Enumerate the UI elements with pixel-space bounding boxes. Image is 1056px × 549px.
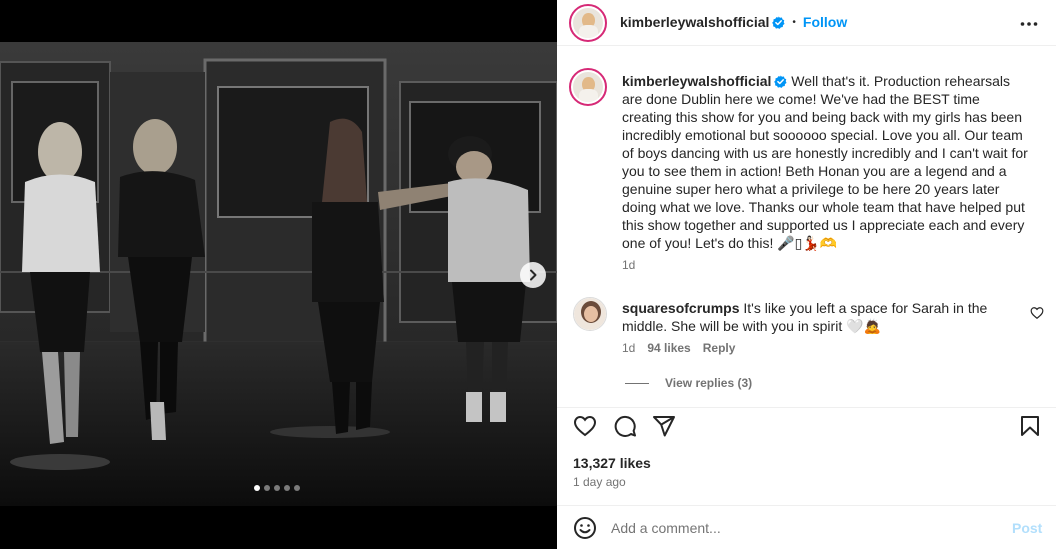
emoji-icon xyxy=(574,517,596,539)
media-panel xyxy=(0,0,557,549)
caption-author-avatar[interactable] xyxy=(569,68,607,106)
verified-badge-icon xyxy=(772,15,785,29)
caption-author-avatar-image xyxy=(573,72,603,102)
more-options-icon xyxy=(1020,22,1038,26)
post-timestamp[interactable]: 1 day ago xyxy=(573,475,626,489)
comment-like-button[interactable] xyxy=(1030,306,1044,320)
verified-badge-icon xyxy=(774,75,787,88)
caption-timestamp: 1d xyxy=(622,258,636,272)
bookmark-icon xyxy=(1021,416,1039,436)
commenter-avatar[interactable] xyxy=(573,297,607,331)
post-comment-button[interactable]: Post xyxy=(1012,520,1042,536)
view-replies[interactable]: View replies (3) xyxy=(625,376,752,390)
photo-illustration xyxy=(0,42,557,506)
heart-icon xyxy=(1030,307,1044,319)
commenter-avatar-image xyxy=(574,298,606,330)
comment-username[interactable]: squaresofcrumps xyxy=(622,300,739,316)
carousel-dot[interactable] xyxy=(264,485,270,491)
header-author: kimberleywalshofficial • Follow xyxy=(620,14,847,30)
caption-body: Well that's it. Production rehearsals ar… xyxy=(622,73,1028,251)
post-dialog: kimberleywalshofficial • Follow kimberle… xyxy=(0,0,1056,549)
view-replies-label[interactable]: View replies (3) xyxy=(665,376,752,390)
replies-divider xyxy=(625,382,649,384)
comment-button[interactable] xyxy=(613,414,637,438)
comment-composer: Post xyxy=(557,505,1056,549)
comment-likes[interactable]: 94 likes xyxy=(647,341,690,355)
caption-text: kimberleywalshofficial Well that's it. P… xyxy=(622,72,1032,252)
likes-count[interactable]: 13,327 likes xyxy=(573,454,651,472)
carousel-dot[interactable] xyxy=(254,485,260,491)
more-options-button[interactable] xyxy=(1019,14,1039,34)
header-separator: • xyxy=(792,16,796,28)
comment-timestamp: 1d xyxy=(622,341,636,355)
caption-username[interactable]: kimberleywalshofficial xyxy=(622,73,771,89)
comment-icon xyxy=(614,415,636,437)
post-photo[interactable] xyxy=(0,42,557,506)
emoji-button[interactable] xyxy=(573,516,597,540)
comment-meta: 1d 94 likes Reply xyxy=(622,341,1017,355)
post-sidebar: kimberleywalshofficial • Follow kimberle… xyxy=(557,0,1056,549)
save-button[interactable] xyxy=(1018,414,1042,438)
carousel-indicator xyxy=(254,485,300,491)
caption: kimberleywalshofficial Well that's it. P… xyxy=(622,72,1032,272)
comment-input[interactable] xyxy=(611,517,991,539)
send-icon xyxy=(653,416,675,437)
heart-icon xyxy=(573,415,597,437)
carousel-dot[interactable] xyxy=(294,485,300,491)
comment-text: squaresofcrumps It's like you left a spa… xyxy=(622,299,1017,335)
chevron-right-icon xyxy=(530,269,537,281)
carousel-dot[interactable] xyxy=(284,485,290,491)
comment: squaresofcrumps It's like you left a spa… xyxy=(622,299,1017,355)
carousel-dot[interactable] xyxy=(274,485,280,491)
follow-button[interactable]: Follow xyxy=(803,14,847,30)
share-button[interactable] xyxy=(652,414,676,438)
post-header: kimberleywalshofficial • Follow xyxy=(557,0,1056,46)
post-actions: 13,327 likes 1 day ago xyxy=(557,407,1056,505)
carousel-next-button[interactable] xyxy=(520,262,546,288)
author-avatar-image xyxy=(573,8,603,38)
author-avatar[interactable] xyxy=(569,4,607,42)
header-username[interactable]: kimberleywalshofficial xyxy=(620,14,769,30)
like-button[interactable] xyxy=(573,414,597,438)
comment-reply-button[interactable]: Reply xyxy=(703,341,736,355)
